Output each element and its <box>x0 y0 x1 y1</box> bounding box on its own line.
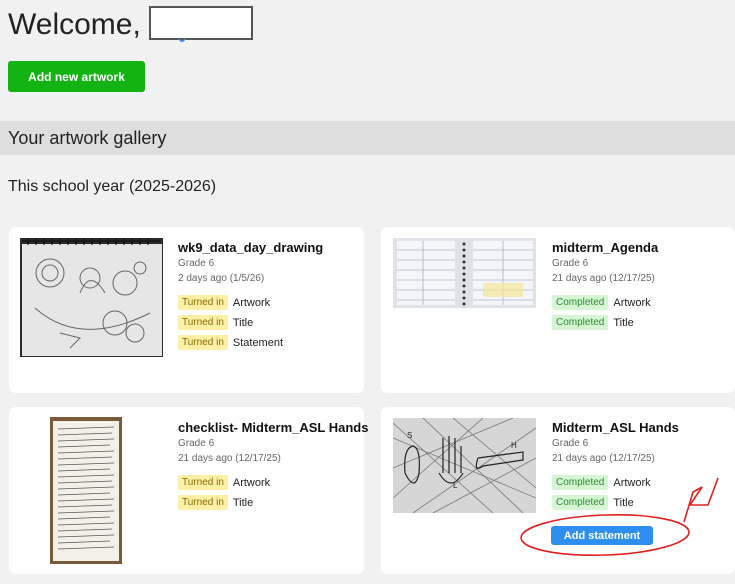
status-label: Title <box>613 496 634 509</box>
status-row-artwork: Completed Artwork <box>552 295 651 310</box>
status-label: Title <box>232 496 254 509</box>
artwork-thumbnail[interactable]: S L H <box>393 418 536 513</box>
status-badge: Turned in <box>178 295 228 310</box>
status-label: Artwork <box>232 296 271 309</box>
status-row-title: Completed Title <box>552 495 634 510</box>
welcome-heading: Welcome, <box>8 6 253 42</box>
redacted-name-box <box>148 6 253 40</box>
gallery-section-heading: Your artwork gallery <box>0 121 735 155</box>
status-badge: Completed <box>552 475 609 490</box>
status-badge: Turned in <box>178 495 228 510</box>
artwork-date: 21 days ago (12/17/25) <box>552 273 655 284</box>
artwork-title[interactable]: wk9_data_day_drawing <box>178 240 323 255</box>
status-label: Artwork <box>613 476 651 489</box>
artwork-title[interactable]: Midterm_ASL Hands <box>552 420 679 435</box>
status-label: Artwork <box>232 476 271 489</box>
artwork-grade: Grade 6 <box>178 438 215 449</box>
status-row-title: Completed Title <box>552 315 634 330</box>
status-row-artwork: Turned in Artwork <box>178 295 270 310</box>
status-badge: Turned in <box>178 475 228 490</box>
artwork-thumbnail[interactable] <box>20 238 163 357</box>
artwork-grade: Grade 6 <box>552 258 589 269</box>
welcome-text: Welcome, <box>8 8 141 41</box>
status-badge: Completed <box>552 315 609 330</box>
status-badge: Completed <box>552 295 609 310</box>
status-label: Title <box>232 316 254 329</box>
svg-text:L: L <box>453 481 458 490</box>
artwork-date: 21 days ago (12/17/25) <box>178 453 281 464</box>
artwork-date: 2 days ago (1/5/26) <box>178 273 265 284</box>
status-label: Statement <box>232 336 284 349</box>
add-statement-button[interactable]: Add statement <box>551 526 653 545</box>
artwork-title[interactable]: checklist- Midterm_ASL Hands <box>178 420 368 435</box>
add-new-artwork-button[interactable]: Add new artwork <box>8 61 145 92</box>
status-row-title: Turned in Title <box>178 495 253 510</box>
gallery-heading-text: Your artwork gallery <box>8 127 167 148</box>
school-year-label: This school year (2025-2026) <box>8 178 217 195</box>
artwork-grade: Grade 6 <box>552 438 589 449</box>
svg-text:H: H <box>511 441 517 450</box>
status-row-statement: Turned in Statement <box>178 335 283 350</box>
status-row-artwork: Completed Artwork <box>552 475 651 490</box>
status-row-artwork: Turned in Artwork <box>178 475 270 490</box>
artwork-title[interactable]: midterm_Agenda <box>552 240 658 255</box>
status-label: Artwork <box>613 296 651 309</box>
name-fragment <box>178 30 186 42</box>
artwork-thumbnail[interactable] <box>393 238 536 308</box>
status-badge: Turned in <box>178 335 228 350</box>
svg-text:S: S <box>407 431 412 440</box>
status-row-title: Turned in Title <box>178 315 253 330</box>
artwork-grade: Grade 6 <box>178 258 215 269</box>
artwork-date: 21 days ago (12/17/25) <box>552 453 655 464</box>
artwork-thumbnail[interactable] <box>50 417 122 564</box>
status-badge: Completed <box>552 495 609 510</box>
status-label: Title <box>613 316 634 329</box>
status-badge: Turned in <box>178 315 228 330</box>
